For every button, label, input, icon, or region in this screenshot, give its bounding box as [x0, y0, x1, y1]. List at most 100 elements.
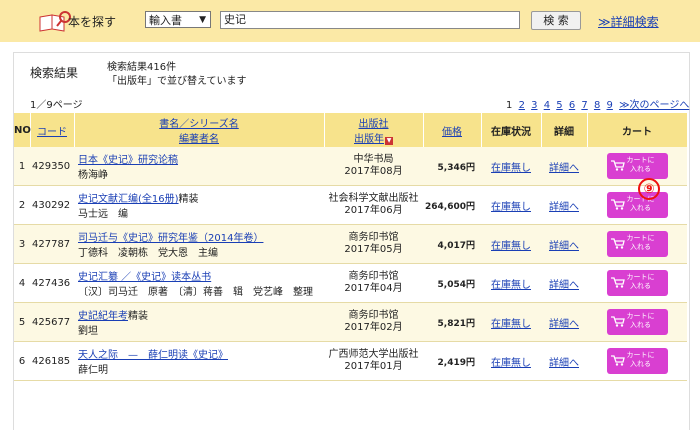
- row-title-link[interactable]: 史记文献汇编(全16册): [78, 194, 179, 205]
- row-title-link[interactable]: 司马迁与《史记》研究年鉴（2014年卷）: [78, 233, 263, 244]
- pager-current: 1: [506, 100, 513, 111]
- pager-page-8[interactable]: 8: [594, 100, 600, 111]
- row-price: 264,600円: [423, 185, 481, 225]
- pager-page-3[interactable]: 3: [531, 100, 537, 111]
- row-detail-link[interactable]: 詳細へ: [549, 163, 579, 174]
- pager-next[interactable]: ≫次のページへ: [619, 100, 689, 111]
- table-row: 2 430292 史记文献汇编(全16册)精装 马士远 编社会科学文献出版社 2017年…: [14, 185, 687, 225]
- pager-page-9[interactable]: 9: [607, 100, 613, 111]
- col-publisher-year[interactable]: 出版社 出版年 ▼: [324, 113, 424, 147]
- col-author[interactable]: 編著者名: [75, 130, 324, 145]
- cart-icon: [610, 160, 625, 171]
- cart-icon: [610, 199, 625, 210]
- cart-button-label: カートに 入れる: [626, 234, 655, 251]
- row-title-link[interactable]: 天人之际 — 薛仁明读《史记》: [78, 350, 228, 361]
- row-author: 薛仁明: [78, 365, 108, 376]
- row-author: 劉坦: [78, 326, 98, 337]
- row-author: 马士远 编: [78, 209, 128, 220]
- table-header-row: NO コード 書名／シリーズ名 編著者名 出版社 出版年 ▼ 価格 在庫状況 詳細…: [14, 113, 688, 147]
- row-year: 2017年08月: [344, 166, 403, 177]
- pager-page-5[interactable]: 5: [556, 100, 562, 111]
- row-stock-link[interactable]: 在庫無し: [491, 358, 531, 369]
- category-select[interactable]: 輸入書 ▼: [145, 11, 211, 28]
- add-to-cart-button[interactable]: カートに 入れる: [606, 270, 668, 296]
- pager-page-4[interactable]: 4: [544, 100, 550, 111]
- cart-button-label: カートに 入れる: [626, 312, 655, 329]
- search-label: 本を探す: [68, 15, 117, 29]
- row-code: 430292: [30, 185, 74, 225]
- row-author: 〔汉〕司马迁 原著 〔清〕蒋善 辑 党艺峰 整理: [78, 287, 313, 298]
- row-title-suffix: 精装: [128, 311, 148, 322]
- results-title: 検索結果: [30, 66, 79, 80]
- col-no: NO: [14, 113, 31, 147]
- col-publisher[interactable]: 出版社: [325, 115, 423, 130]
- row-year: 2017年06月: [344, 205, 403, 216]
- table-row: 3 427787 司马迁与《史记》研究年鉴（2014年卷） 丁德科 凌朝栋 党大恩 主…: [14, 224, 687, 264]
- row-title-link[interactable]: 史记汇纂 ／《史记》读本丛书: [78, 272, 211, 283]
- col-price[interactable]: 価格: [423, 113, 482, 147]
- pager-page-2[interactable]: 2: [519, 100, 525, 111]
- row-code: 427787: [30, 224, 74, 264]
- row-year: 2017年05月: [344, 244, 403, 255]
- col-code[interactable]: コード: [30, 113, 75, 147]
- row-cart-cell: カートに 入れる: [587, 185, 687, 225]
- sort-down-icon: ▼: [385, 137, 393, 145]
- results-sort-note: 「出版年」で並び替えています: [107, 76, 247, 87]
- col-detail: 詳細: [541, 113, 588, 147]
- pager-page-7[interactable]: 7: [581, 100, 587, 111]
- row-publisher-cell: 商务印书馆 2017年02月: [324, 302, 423, 342]
- row-price: 5,054円: [423, 263, 481, 303]
- row-detail-link[interactable]: 詳細へ: [549, 280, 579, 291]
- cart-button-label: カートに 入れる: [626, 156, 655, 173]
- row-detail-link[interactable]: 詳細へ: [549, 319, 579, 330]
- col-year[interactable]: 出版年: [354, 134, 384, 145]
- row-title-cell: 天人之际 — 薛仁明读《史记》 薛仁明: [74, 341, 324, 381]
- row-cart-cell: カートに 入れる: [587, 302, 687, 342]
- row-publisher: 中华书局: [353, 154, 394, 165]
- row-stock-link[interactable]: 在庫無し: [491, 202, 531, 213]
- row-publisher-cell: 广西师范大学出版社 2017年01月: [324, 341, 423, 381]
- row-price: 5,821円: [423, 302, 481, 342]
- pager-page-6[interactable]: 6: [569, 100, 575, 111]
- row-stock-link[interactable]: 在庫無し: [491, 163, 531, 174]
- col-title[interactable]: 書名／シリーズ名: [75, 115, 324, 130]
- row-code: 425677: [30, 302, 74, 342]
- row-code: 427436: [30, 263, 74, 303]
- col-title-author[interactable]: 書名／シリーズ名 編著者名: [74, 113, 325, 147]
- row-cart-cell: カートに 入れる: [587, 147, 687, 186]
- add-to-cart-button[interactable]: カートに 入れる: [606, 348, 668, 374]
- add-to-cart-button[interactable]: カートに 入れる: [606, 153, 668, 179]
- cart-icon: [610, 316, 625, 327]
- row-cart-cell: カートに 入れる: [587, 263, 687, 303]
- row-no: 6: [14, 341, 30, 381]
- row-price: 5,346円: [423, 147, 481, 186]
- row-no: 5: [14, 302, 30, 342]
- row-publisher: 商务印书馆: [348, 310, 399, 321]
- row-title-link[interactable]: 史記紀年考: [78, 311, 128, 322]
- add-to-cart-button[interactable]: カートに 入れる: [606, 231, 668, 257]
- row-detail-link[interactable]: 詳細へ: [549, 241, 579, 252]
- add-to-cart-button[interactable]: カートに 入れる: [606, 192, 668, 218]
- search-button[interactable]: 検 索: [531, 11, 581, 30]
- row-year: 2017年04月: [344, 283, 403, 294]
- cart-button-label: カートに 入れる: [626, 273, 655, 290]
- results-table: NO コード 書名／シリーズ名 編著者名 出版社 出版年 ▼ 価格 在庫状況 詳細…: [14, 113, 688, 381]
- row-detail-link[interactable]: 詳細へ: [549, 358, 579, 369]
- row-title-link[interactable]: 日本《史记》研究论稿: [78, 155, 178, 166]
- cart-icon: [610, 238, 625, 249]
- row-publisher: 社会科学文献出版社: [328, 193, 419, 204]
- search-input[interactable]: 史记: [220, 11, 520, 29]
- row-publisher: 商务印书馆: [348, 232, 399, 243]
- row-stock-link[interactable]: 在庫無し: [491, 241, 531, 252]
- add-to-cart-button[interactable]: カートに 入れる: [606, 309, 668, 335]
- row-publisher-cell: 中华书局 2017年08月: [324, 147, 423, 186]
- row-title-cell: 司马迁与《史记》研究年鉴（2014年卷） 丁德科 凌朝栋 党大恩 主编: [74, 224, 324, 264]
- advanced-search-link[interactable]: ≫詳細検索: [598, 13, 659, 30]
- row-detail-link[interactable]: 詳細へ: [549, 202, 579, 213]
- row-stock-link[interactable]: 在庫無し: [491, 280, 531, 291]
- row-cart-cell: カートに 入れる: [587, 341, 687, 381]
- row-cart-cell: カートに 入れる: [587, 224, 687, 264]
- row-no: 4: [14, 263, 30, 303]
- row-stock-link[interactable]: 在庫無し: [491, 319, 531, 330]
- pager: 1 2 3 4 5 6 7 8 9 ≫次のページへ: [506, 96, 692, 111]
